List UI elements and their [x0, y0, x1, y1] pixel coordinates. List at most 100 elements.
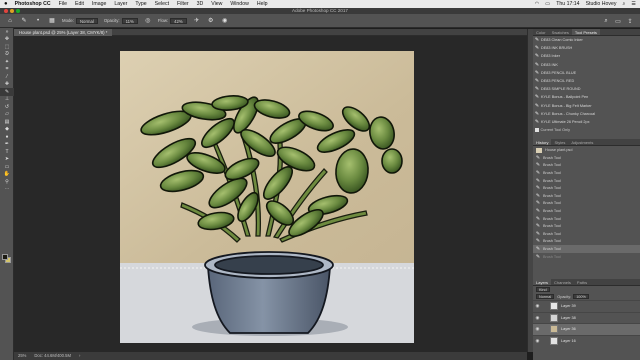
- eye-icon[interactable]: ◉: [533, 326, 542, 332]
- history-item[interactable]: ✎ Brush Tool: [533, 177, 640, 185]
- history-snapshot[interactable]: House plant.psd: [533, 146, 640, 154]
- blur-tool-icon[interactable]: ◆: [0, 126, 14, 134]
- blend-mode-select[interactable]: Normal: [536, 294, 555, 299]
- preset-item[interactable]: ✎ DE83 Inker: [533, 52, 640, 60]
- zoom-window-button[interactable]: [16, 9, 20, 13]
- home-icon[interactable]: ⌂: [6, 17, 14, 25]
- search-icon[interactable]: ⌕: [622, 1, 625, 8]
- layer-opacity-field[interactable]: 100%: [573, 294, 589, 299]
- preset-item[interactable]: ✎ KYLE Bonus - Chunky Charcoal: [533, 110, 640, 118]
- apple-menu-icon[interactable]: ●: [4, 1, 8, 7]
- history-item[interactable]: ✎ Brush Tool: [533, 169, 640, 177]
- history-item[interactable]: ✎ Brush Tool: [533, 207, 640, 215]
- preset-item[interactable]: ✎ DE83 PENCIL BLUE: [533, 69, 640, 77]
- preset-item[interactable]: ✎ DE83 SIMPLE ROUND: [533, 85, 640, 93]
- menu-select[interactable]: Select: [155, 1, 169, 7]
- menu-layer[interactable]: Layer: [114, 1, 127, 7]
- current-tool-only-checkbox[interactable]: Current Tool Only: [533, 126, 640, 134]
- status-arrow-icon[interactable]: ›: [79, 352, 80, 360]
- menu-view[interactable]: View: [211, 1, 222, 7]
- share-icon[interactable]: ⇪: [626, 17, 634, 25]
- marquee-tool-icon[interactable]: ⬚: [0, 43, 14, 51]
- tab-layers[interactable]: Layers: [533, 279, 552, 285]
- lasso-tool-icon[interactable]: ᘐ: [0, 51, 14, 59]
- layer-row[interactable]: ◉ Layer 16: [533, 334, 640, 347]
- wifi-icon[interactable]: ◠: [535, 1, 540, 7]
- preset-item[interactable]: ✎ KYLE Bonus - Ballpoint Pen: [533, 93, 640, 101]
- tab-swatches[interactable]: Swatches: [549, 29, 572, 35]
- brush-panel-icon[interactable]: ▦: [48, 17, 56, 25]
- tab-paths[interactable]: Paths: [574, 279, 590, 285]
- pen-tool-icon[interactable]: ✒: [0, 141, 14, 149]
- close-window-button[interactable]: [4, 9, 8, 13]
- brush-preset-icon[interactable]: ✎: [20, 17, 28, 25]
- clone-stamp-tool-icon[interactable]: ⊥: [0, 96, 14, 104]
- preset-item[interactable]: ✎ KYLE Ultimate 26 Pencil 2px: [533, 118, 640, 126]
- history-item[interactable]: ✎ Brush Tool: [533, 238, 640, 246]
- more-tools-icon[interactable]: ⋯: [0, 186, 14, 194]
- menu-filter[interactable]: Filter: [177, 1, 189, 7]
- minimize-window-button[interactable]: [10, 9, 14, 13]
- menu-file[interactable]: File: [59, 1, 67, 7]
- eye-icon[interactable]: ◉: [533, 303, 542, 309]
- menu-window[interactable]: Window: [230, 1, 248, 7]
- smoothing-icon[interactable]: ⚙: [207, 17, 215, 25]
- history-item[interactable]: ✎ Brush Tool: [533, 184, 640, 192]
- history-item[interactable]: ✎ Brush Tool: [533, 162, 640, 170]
- history-item[interactable]: ✎ Brush Tool: [533, 215, 640, 223]
- history-item[interactable]: ✎ Brush Tool: [533, 200, 640, 208]
- eye-icon[interactable]: ◉: [533, 338, 542, 344]
- history-item[interactable]: ✎ Brush Tool: [533, 222, 640, 230]
- menu-help[interactable]: Help: [257, 1, 268, 7]
- layer-row-selected[interactable]: ◉ Layer 36: [533, 323, 640, 335]
- tab-styles[interactable]: Styles: [551, 139, 568, 145]
- tab-color[interactable]: Color: [533, 29, 549, 35]
- history-item[interactable]: ✎ Brush Tool: [533, 230, 640, 238]
- pressure-opacity-icon[interactable]: ◎: [144, 17, 152, 25]
- menu-image[interactable]: Image: [92, 1, 106, 7]
- history-item-undone[interactable]: ✎ Brush Tool: [533, 253, 640, 261]
- mode-select[interactable]: Normal: [75, 17, 98, 24]
- opacity-field[interactable]: 11%: [121, 17, 138, 24]
- healing-tool-icon[interactable]: ✚: [0, 81, 14, 89]
- history-brush-tool-icon[interactable]: ↺: [0, 103, 14, 111]
- zoom-tool-icon[interactable]: ⚲: [0, 178, 14, 186]
- eye-icon[interactable]: ◉: [533, 315, 542, 321]
- dodge-tool-icon[interactable]: ●: [0, 133, 14, 141]
- preset-item[interactable]: ✎ DE83 Clean Comic Inker: [533, 36, 640, 44]
- layer-kind-filter[interactable]: Kind: [536, 287, 550, 292]
- preset-item[interactable]: ✎ DE83 PENCIL RED: [533, 77, 640, 85]
- eraser-tool-icon[interactable]: ▱: [0, 111, 14, 119]
- battery-icon[interactable]: ▭: [545, 1, 550, 7]
- brush-size-icon[interactable]: •: [34, 17, 42, 25]
- menu-list-icon[interactable]: ☰: [631, 1, 636, 7]
- hand-tool-icon[interactable]: ✋: [0, 171, 14, 179]
- clock[interactable]: Thu 17:14: [556, 1, 579, 7]
- history-item[interactable]: ✎ Brush Tool: [533, 192, 640, 200]
- tab-tool-presets[interactable]: Tool Presets: [571, 29, 600, 35]
- eyedropper-tool-icon[interactable]: ⁄: [0, 73, 14, 81]
- crop-tool-icon[interactable]: ⌗: [0, 66, 14, 74]
- layer-row[interactable]: ◉ Layer 39: [533, 300, 640, 312]
- foreground-color-swatch[interactable]: [2, 254, 8, 260]
- artboard[interactable]: [120, 51, 414, 343]
- quick-select-tool-icon[interactable]: ✦: [0, 58, 14, 66]
- layer-row[interactable]: ◉ Layer 38: [533, 311, 640, 324]
- flow-field[interactable]: 42%: [170, 17, 187, 24]
- menu-type[interactable]: Type: [135, 1, 146, 7]
- airbrush-icon[interactable]: ✈: [193, 17, 201, 25]
- history-item[interactable]: ✎ Brush Tool: [533, 154, 640, 162]
- canvas-area[interactable]: [14, 36, 527, 352]
- workspace-icon[interactable]: ▭: [614, 17, 622, 25]
- search-icon[interactable]: ⌕: [602, 17, 610, 25]
- zoom-level[interactable]: 25%: [18, 352, 26, 360]
- pressure-size-icon[interactable]: ◉: [221, 17, 229, 25]
- tab-adjustments[interactable]: Adjustments: [568, 139, 596, 145]
- history-item-selected[interactable]: ✎ Brush Tool: [533, 245, 640, 253]
- document-tab[interactable]: House plant.psd @ 25% (Layer 38, CMYK/8)…: [14, 29, 113, 36]
- move-tool-icon[interactable]: ✥: [0, 36, 14, 44]
- gradient-tool-icon[interactable]: ▤: [0, 118, 14, 126]
- menu-edit[interactable]: Edit: [75, 1, 84, 7]
- user-name[interactable]: Studio Hovey: [586, 1, 617, 7]
- menu-app[interactable]: Photoshop CC: [15, 1, 51, 7]
